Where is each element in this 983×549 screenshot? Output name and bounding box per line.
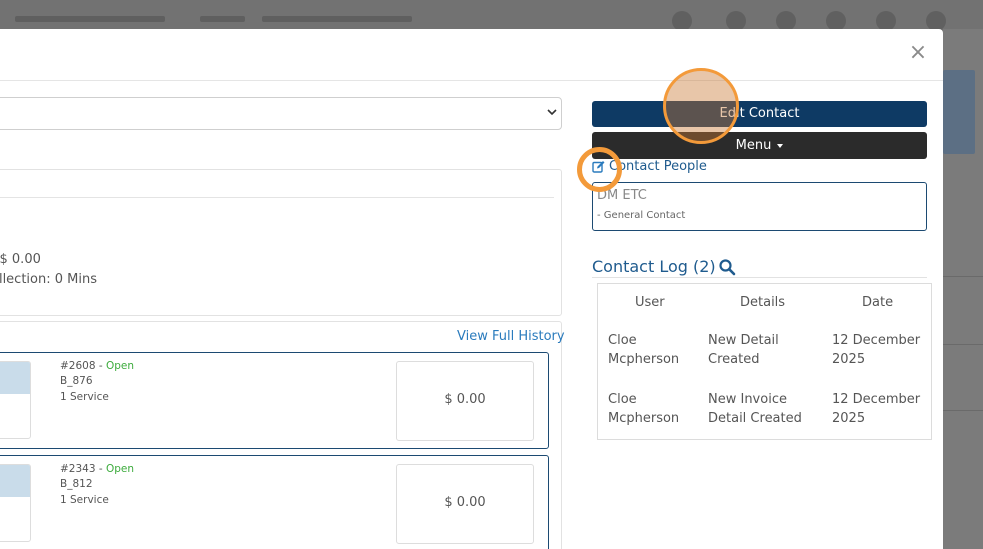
contact-log-divider [592, 277, 927, 278]
contact-info-panel: 0 : $ 0.00 ollection: 0 Mins [0, 169, 562, 316]
background-topbar [0, 0, 983, 31]
background-icon [826, 11, 846, 31]
background-icon [926, 11, 946, 31]
edit-contact-button[interactable]: Edit Contact [592, 101, 927, 127]
job-code: B_812 [60, 478, 93, 490]
log-cell-details: New Invoice Detail Created [708, 392, 802, 426]
job-service-count: 1 Service [60, 494, 109, 506]
contact-role: - General Contact [597, 210, 686, 221]
job-id: #2343 - Open [60, 463, 135, 475]
log-cell-details: New Detail Created [708, 333, 779, 367]
close-icon[interactable]: × [908, 42, 928, 64]
caret-down-icon [777, 143, 784, 148]
contact-log-table: User Details Date Cloe Mcpherson New Det… [597, 283, 932, 440]
background-breadcrumb [262, 16, 412, 22]
background-widget [943, 70, 975, 154]
chevron-down-icon [547, 109, 557, 116]
job-amount-box: $ 0.00 [396, 464, 534, 544]
contact-people-link[interactable]: Contact People [609, 159, 707, 174]
background-divider [943, 276, 983, 277]
search-icon[interactable] [718, 258, 736, 276]
job-card[interactable]: #2343 - Open B_812 1 Service $ 0.00 [0, 455, 549, 549]
background-breadcrumb [200, 16, 245, 22]
background-icon [726, 11, 746, 31]
job-card[interactable]: #2608 - Open B_876 1 Service $ 0.00 [0, 352, 549, 449]
menu-button[interactable]: Menu [592, 132, 927, 159]
info-divider [0, 197, 554, 198]
contact-person-card[interactable]: DM ETC - General Contact [592, 182, 927, 231]
column-header-user: User [635, 295, 665, 310]
background-divider [943, 410, 983, 411]
contact-select[interactable] [0, 97, 562, 130]
job-status-badge: Open [105, 463, 135, 475]
background-icon [776, 11, 796, 31]
job-code: B_876 [60, 375, 93, 387]
job-amount: $ 0.00 [444, 392, 486, 407]
job-status-badge: Open [105, 360, 135, 372]
log-cell-date: 12 December 2025 [832, 392, 921, 426]
job-amount: $ 0.00 [444, 495, 486, 510]
log-cell-user: Cloe Mcpherson [608, 392, 680, 426]
job-id: #2608 - Open [60, 360, 135, 372]
background-icon [672, 11, 692, 31]
column-header-details: Details [740, 295, 786, 310]
edit-icon[interactable] [592, 160, 605, 173]
job-thumbnail [0, 464, 31, 542]
view-full-history-link[interactable]: View Full History [457, 329, 565, 344]
background-icon [876, 11, 896, 31]
job-thumbnail [0, 361, 31, 439]
column-header-date: Date [862, 295, 894, 310]
info-line: ollection: 0 Mins [0, 272, 97, 287]
contact-log-title: Contact Log (2) [592, 257, 716, 276]
log-cell-user: Cloe Mcpherson [608, 333, 680, 367]
info-line: : $ 0.00 [0, 252, 41, 267]
contact-modal: × 0 : $ 0.00 ollection: 0 Mins View Full… [0, 29, 943, 549]
background-divider [943, 344, 983, 345]
modal-header: × [0, 29, 943, 81]
contact-name: DM ETC [597, 188, 647, 203]
job-amount-box: $ 0.00 [396, 361, 534, 441]
log-cell-date: 12 December 2025 [832, 333, 921, 367]
job-service-count: 1 Service [60, 391, 109, 403]
background-breadcrumb [15, 16, 165, 22]
